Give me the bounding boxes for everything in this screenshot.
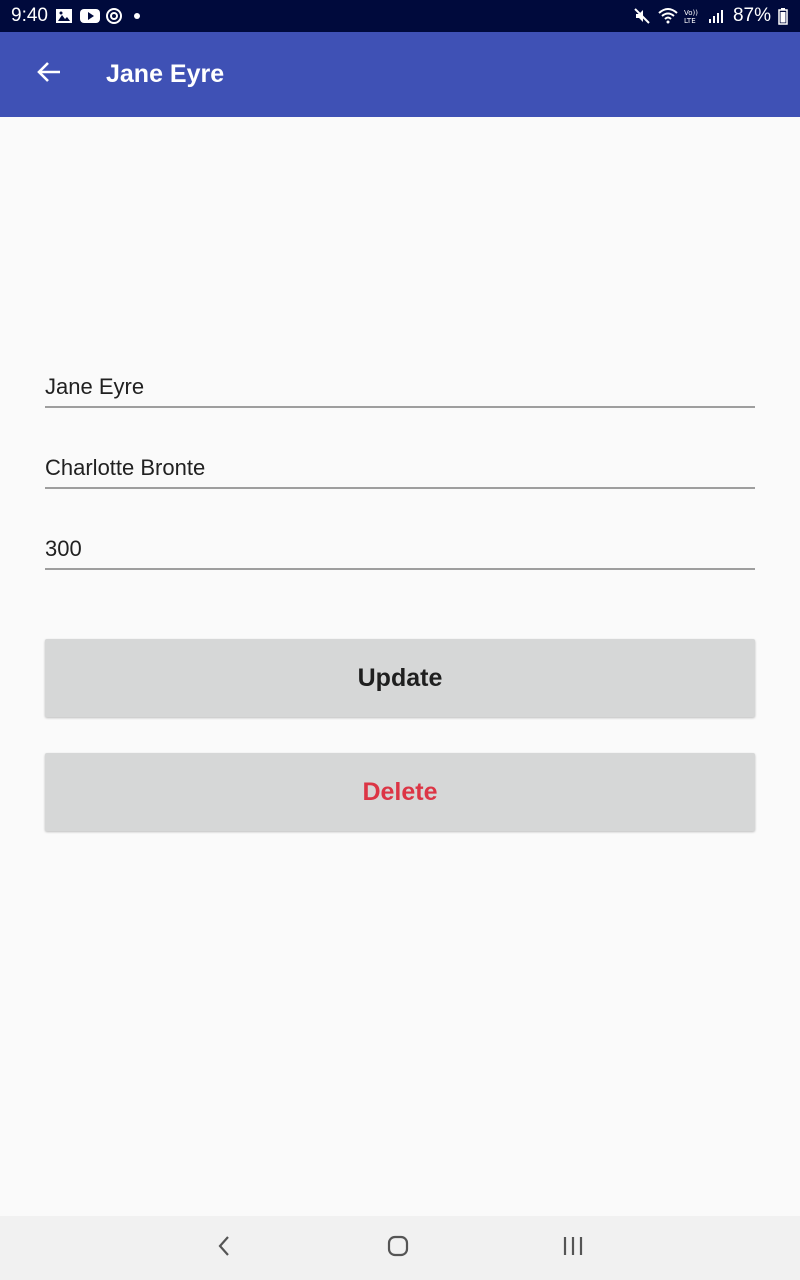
back-button[interactable] bbox=[20, 46, 78, 104]
delete-button[interactable]: Delete bbox=[45, 753, 755, 831]
sync-icon bbox=[105, 7, 123, 25]
volte-icon: Vo)) LTE bbox=[683, 7, 701, 25]
status-bar: 9:40 Vo)) LTE 87% bbox=[0, 0, 800, 32]
status-time: 9:40 bbox=[11, 5, 48, 26]
youtube-icon bbox=[79, 7, 100, 25]
status-right: Vo)) LTE 87% bbox=[633, 5, 788, 27]
page-title: Jane Eyre bbox=[106, 60, 225, 88]
nav-home-icon bbox=[386, 1234, 410, 1263]
battery-percent: 87% bbox=[732, 5, 771, 26]
title-field bbox=[45, 368, 755, 408]
update-button[interactable]: Update bbox=[45, 639, 755, 717]
signal-icon bbox=[708, 7, 726, 25]
nav-back-icon bbox=[214, 1234, 234, 1263]
navigation-bar bbox=[0, 1216, 800, 1280]
author-input[interactable] bbox=[45, 449, 755, 487]
battery-icon bbox=[778, 7, 788, 25]
image-icon bbox=[55, 7, 73, 25]
mute-icon bbox=[633, 7, 651, 25]
pages-input[interactable] bbox=[45, 530, 755, 568]
svg-text:LTE: LTE bbox=[684, 17, 696, 25]
author-field bbox=[45, 449, 755, 489]
arrow-left-icon bbox=[36, 59, 62, 90]
status-left: 9:40 bbox=[11, 5, 140, 27]
svg-text:Vo)): Vo)) bbox=[684, 9, 698, 17]
nav-recents-icon bbox=[561, 1234, 585, 1263]
app-bar: Jane Eyre bbox=[0, 32, 800, 117]
wifi-icon bbox=[658, 7, 678, 25]
title-input[interactable] bbox=[45, 368, 755, 406]
dot-icon bbox=[133, 13, 140, 19]
nav-back-button[interactable] bbox=[204, 1228, 244, 1268]
pages-field bbox=[45, 530, 755, 570]
nav-home-button[interactable] bbox=[378, 1228, 418, 1268]
nav-recents-button[interactable] bbox=[553, 1228, 593, 1268]
